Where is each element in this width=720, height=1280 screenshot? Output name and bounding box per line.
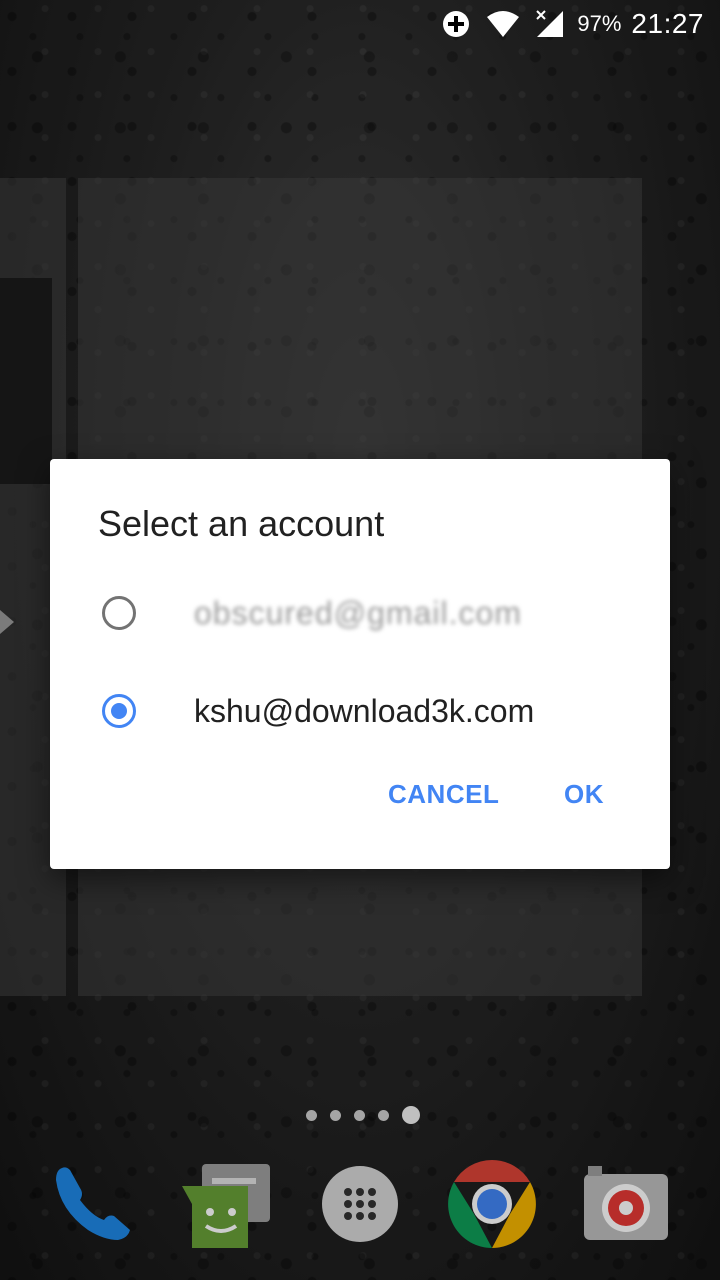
home-screen: 97% 21:27 Select an account obscured@gma… — [0, 0, 720, 1280]
account-option[interactable]: kshu@download3k.com — [50, 666, 670, 756]
data-saver-icon — [441, 9, 471, 39]
battery-percent: 97% — [577, 11, 622, 36]
radio-unchecked-icon[interactable] — [102, 596, 136, 630]
account-option-label: obscured@gmail.com — [194, 594, 522, 631]
cancel-button[interactable]: CANCEL — [388, 779, 499, 810]
dialog-title: Select an account — [98, 503, 385, 544]
account-option-label: kshu@download3k.com — [194, 692, 535, 729]
account-option[interactable]: obscured@gmail.com — [50, 568, 670, 658]
ok-button[interactable]: OK — [564, 779, 604, 810]
wifi-icon — [485, 9, 521, 39]
status-bar: 97% 21:27 — [0, 0, 720, 48]
cellular-no-signal-icon — [535, 9, 565, 39]
clock: 21:27 — [631, 8, 704, 39]
account-picker-dialog: Select an account obscured@gmail.com ksh… — [50, 459, 670, 869]
radio-checked-icon[interactable] — [102, 694, 136, 728]
